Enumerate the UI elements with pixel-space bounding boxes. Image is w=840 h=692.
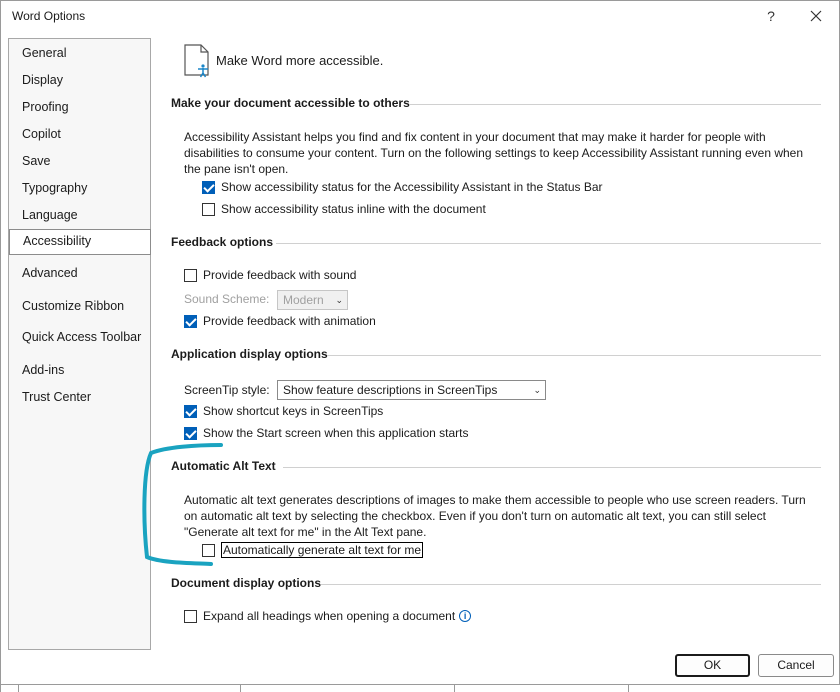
feedback-animation-label: Provide feedback with animation [203,314,376,328]
sidebar-item-quick-access-toolbar[interactable]: Quick Access Toolbar [9,325,150,349]
section-title-doc-display: Document display options [171,576,322,590]
sidebar-item-general[interactable]: General [9,41,150,65]
dialog-title: Word Options [12,9,86,23]
sidebar-item-copilot[interactable]: Copilot [9,122,150,146]
background-grid-edge [1,684,840,692]
status-bar-checkbox[interactable] [202,180,215,194]
option-expand-headings[interactable]: Expand all headings when opening a docum… [184,607,472,625]
section-title-feedback: Feedback options [171,235,274,249]
accessible-description: Accessibility Assistant helps you find a… [184,130,804,176]
option-inline-status[interactable]: Show accessibility status inline with th… [202,200,486,218]
section-divider [327,355,821,356]
section-title-app-display: Application display options [171,347,328,361]
close-icon [810,10,822,22]
sidebar-item-add-ins[interactable]: Add-ins [9,358,150,382]
option-generate-alt-text[interactable]: Automatically generate alt text for me [202,541,424,559]
screentip-style-select[interactable]: Show feature descriptions in ScreenTips … [277,380,546,400]
sidebar-item-save[interactable]: Save [9,149,150,173]
section-title-accessible: Make your document accessible to others [171,96,410,110]
sidebar-item-advanced[interactable]: Advanced [9,261,150,285]
cancel-button[interactable]: Cancel [758,654,834,677]
screentip-style-value: Show feature descriptions in ScreenTips [283,383,498,397]
sound-scheme-value: Modern [283,293,324,307]
sidebar-item-language[interactable]: Language [9,203,150,227]
shortcut-keys-checkbox[interactable] [184,404,197,418]
help-button[interactable]: ? [761,6,781,26]
sidebar-item-accessibility[interactable]: Accessibility [9,229,151,255]
section-title-alt-text: Automatic Alt Text [171,459,276,473]
sidebar-item-display[interactable]: Display [9,68,150,92]
start-screen-label: Show the Start screen when this applicat… [203,426,469,440]
screentip-style-label: ScreenTip style: [184,383,270,397]
sidebar-item-typography[interactable]: Typography [9,176,150,200]
section-divider [321,584,821,585]
expand-headings-checkbox[interactable] [184,609,197,623]
word-options-dialog: Word Options ? General Display Proofing … [0,0,840,692]
sidebar-item-proofing[interactable]: Proofing [9,95,150,119]
chevron-down-icon: ⌄ [533,385,541,395]
options-content: Make Word more accessible. Make your doc… [161,35,833,655]
sidebar-item-customize-ribbon[interactable]: Customize Ribbon [9,294,150,318]
close-button[interactable] [805,6,827,26]
chevron-down-icon: ⌄ [335,295,343,305]
expand-headings-label: Expand all headings when opening a docum… [203,609,456,623]
feedback-sound-checkbox[interactable] [184,268,197,282]
info-icon[interactable]: i [459,610,472,622]
shortcut-keys-label: Show shortcut keys in ScreenTips [203,404,384,418]
sound-scheme-select: Modern ⌄ [277,290,348,310]
ok-button[interactable]: OK [675,654,750,677]
feedback-animation-checkbox[interactable] [184,314,197,328]
option-feedback-animation[interactable]: Provide feedback with animation [184,312,376,330]
section-divider [409,104,821,105]
inline-status-label: Show accessibility status inline with th… [221,202,486,216]
alt-text-description: Automatic alt text generates description… [184,493,806,539]
sound-scheme-label: Sound Scheme: [184,292,270,306]
title-bar: Word Options ? [1,1,839,31]
page-heading: Make Word more accessible. [216,53,384,68]
section-divider [283,467,821,468]
section-divider [276,243,821,244]
generate-alt-text-checkbox[interactable] [202,543,215,557]
inline-status-checkbox[interactable] [202,202,215,216]
option-shortcut-keys[interactable]: Show shortcut keys in ScreenTips [184,402,383,420]
status-bar-label: Show accessibility status for the Access… [221,180,603,194]
option-feedback-sound[interactable]: Provide feedback with sound [184,266,356,284]
options-sidebar: General Display Proofing Copilot Save Ty… [8,38,151,650]
accessibility-document-icon [184,44,209,78]
start-screen-checkbox[interactable] [184,426,197,440]
sidebar-item-trust-center[interactable]: Trust Center [9,385,150,409]
generate-alt-text-label: Automatically generate alt text for me [221,542,424,558]
feedback-sound-label: Provide feedback with sound [203,268,357,282]
option-start-screen[interactable]: Show the Start screen when this applicat… [184,424,468,442]
option-status-bar[interactable]: Show accessibility status for the Access… [202,178,603,196]
